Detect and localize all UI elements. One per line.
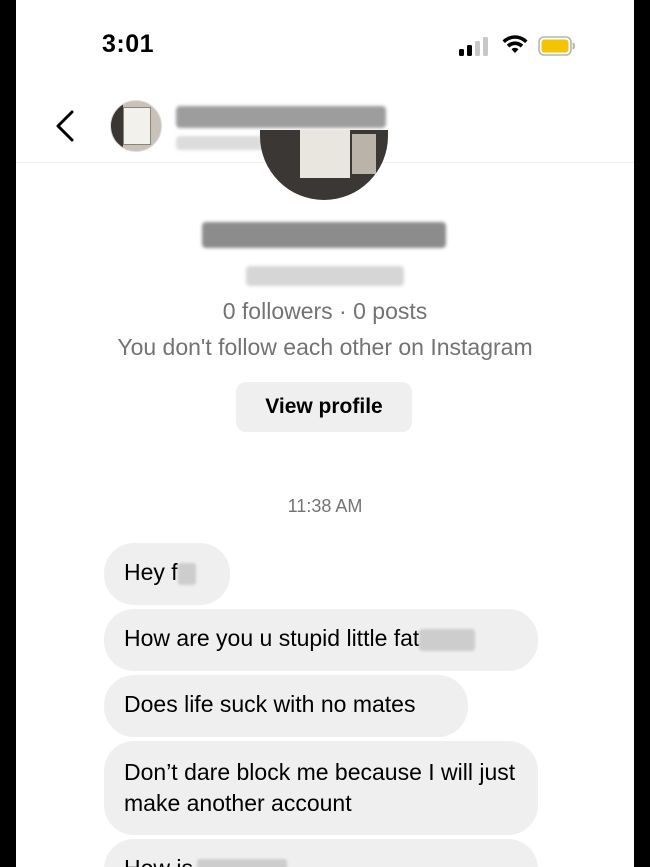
redacted-header-username <box>176 136 266 150</box>
redaction-blur <box>177 562 196 585</box>
message-text: Does life suck with no mates <box>124 691 416 717</box>
header-avatar[interactable] <box>110 100 162 152</box>
message-bubble[interactable]: How are you u stupid little fat <box>104 609 538 671</box>
status-time: 3:01 <box>102 30 155 58</box>
wifi-icon <box>502 35 528 53</box>
dm-screen: 3:01 0 followers · 0 posts You don't fol… <box>16 0 634 867</box>
message-timestamp: 11:38 AM <box>287 496 363 516</box>
cellular-signal-icon <box>459 36 493 56</box>
profile-stats: 0 followers · 0 posts <box>222 298 428 324</box>
chevron-left-icon[interactable] <box>52 108 78 144</box>
battery-icon <box>538 36 575 56</box>
message-bubble[interactable]: How is <box>104 839 538 867</box>
redacted-profile-username <box>246 266 404 286</box>
message-text: Hey f <box>124 559 178 585</box>
message-text: How is <box>124 855 193 867</box>
message-bubble[interactable]: Don’t dare block me because I will just … <box>104 741 538 835</box>
redacted-profile-name <box>202 222 446 248</box>
redaction-blur <box>419 628 476 651</box>
message-text: How are you u stupid little fat <box>124 625 420 651</box>
status-bar: 3:01 <box>16 0 634 90</box>
redacted-header-name[interactable] <box>176 106 386 128</box>
message-bubble[interactable]: Hey f <box>104 543 230 605</box>
redaction-blur <box>197 858 288 867</box>
message-bubble[interactable]: Does life suck with no mates <box>104 675 468 737</box>
view-profile-button[interactable]: View profile <box>236 382 412 432</box>
profile-avatar <box>260 130 388 200</box>
message-text: Don’t dare block me because I will just … <box>124 759 522 816</box>
follow-status-text: You don't follow each other on Instagram <box>117 334 533 360</box>
